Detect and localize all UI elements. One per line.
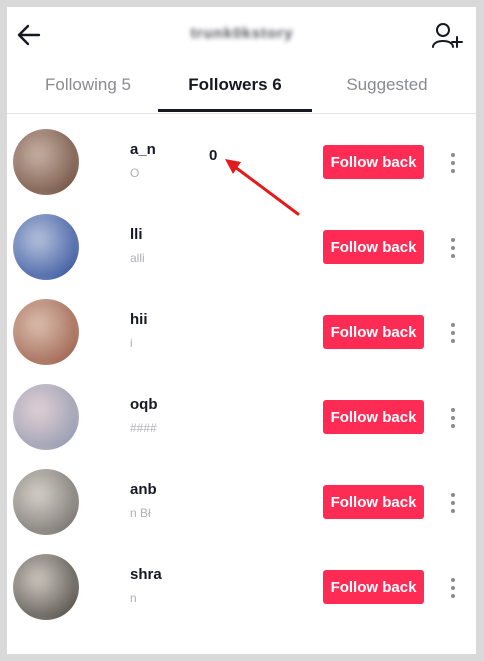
follower-row[interactable]: a_n O Follow back xyxy=(7,121,476,206)
app-screen: trunk0kstory Following 5 Followers 6 Sug… xyxy=(7,7,476,654)
follower-row[interactable]: oqb #### Follow back xyxy=(7,376,476,461)
more-options-button[interactable] xyxy=(443,404,463,432)
more-options-button[interactable] xyxy=(443,319,463,347)
follower-row[interactable]: hii i Follow back xyxy=(7,291,476,376)
follower-name: oqb xyxy=(130,396,158,413)
follow-back-button[interactable]: Follow back xyxy=(323,570,424,604)
follower-handle: n xyxy=(130,591,137,605)
more-options-button[interactable] xyxy=(443,489,463,517)
avatar[interactable] xyxy=(13,214,79,280)
add-user-icon xyxy=(432,23,463,48)
more-options-button[interactable] xyxy=(443,149,463,177)
page-title: trunk0kstory xyxy=(190,25,294,42)
back-button[interactable] xyxy=(15,21,43,49)
follower-row[interactable]: anb n Bł Follow back xyxy=(7,461,476,546)
annotation-zero: 0 xyxy=(209,147,218,164)
active-tab-indicator xyxy=(158,109,312,112)
tab-followers[interactable]: Followers 6 xyxy=(158,63,312,113)
follow-back-button[interactable]: Follow back xyxy=(323,485,424,519)
follower-name: shra xyxy=(130,566,162,583)
follow-back-button[interactable]: Follow back xyxy=(323,230,424,264)
add-user-button[interactable] xyxy=(431,21,463,49)
avatar[interactable] xyxy=(13,299,79,365)
avatar[interactable] xyxy=(13,129,79,195)
follower-handle: i xyxy=(130,336,133,350)
follow-back-button[interactable]: Follow back xyxy=(323,145,424,179)
top-bar: trunk0kstory xyxy=(7,7,476,63)
follower-row[interactable]: lli alli Follow back xyxy=(7,206,476,291)
tab-suggested[interactable]: Suggested xyxy=(312,63,462,113)
avatar[interactable] xyxy=(13,469,79,535)
follower-name: anb xyxy=(130,481,157,498)
more-options-button[interactable] xyxy=(443,234,463,262)
follower-name: lli xyxy=(130,226,143,243)
more-options-button[interactable] xyxy=(443,574,463,602)
follower-handle: n Bł xyxy=(130,506,151,520)
arrow-left-icon xyxy=(17,24,41,46)
tab-bar: Following 5 Followers 6 Suggested xyxy=(7,63,476,114)
follow-back-button[interactable]: Follow back xyxy=(323,315,424,349)
follower-handle: alli xyxy=(130,251,145,265)
follower-name: a_n xyxy=(130,141,156,158)
follower-handle: O xyxy=(130,166,140,180)
tab-following[interactable]: Following 5 xyxy=(15,63,161,113)
follower-row[interactable]: shra n Follow back xyxy=(7,546,476,631)
follow-back-button[interactable]: Follow back xyxy=(323,400,424,434)
follower-handle: #### xyxy=(130,421,157,435)
follower-name: hii xyxy=(130,311,148,328)
avatar[interactable] xyxy=(13,384,79,450)
avatar[interactable] xyxy=(13,554,79,620)
